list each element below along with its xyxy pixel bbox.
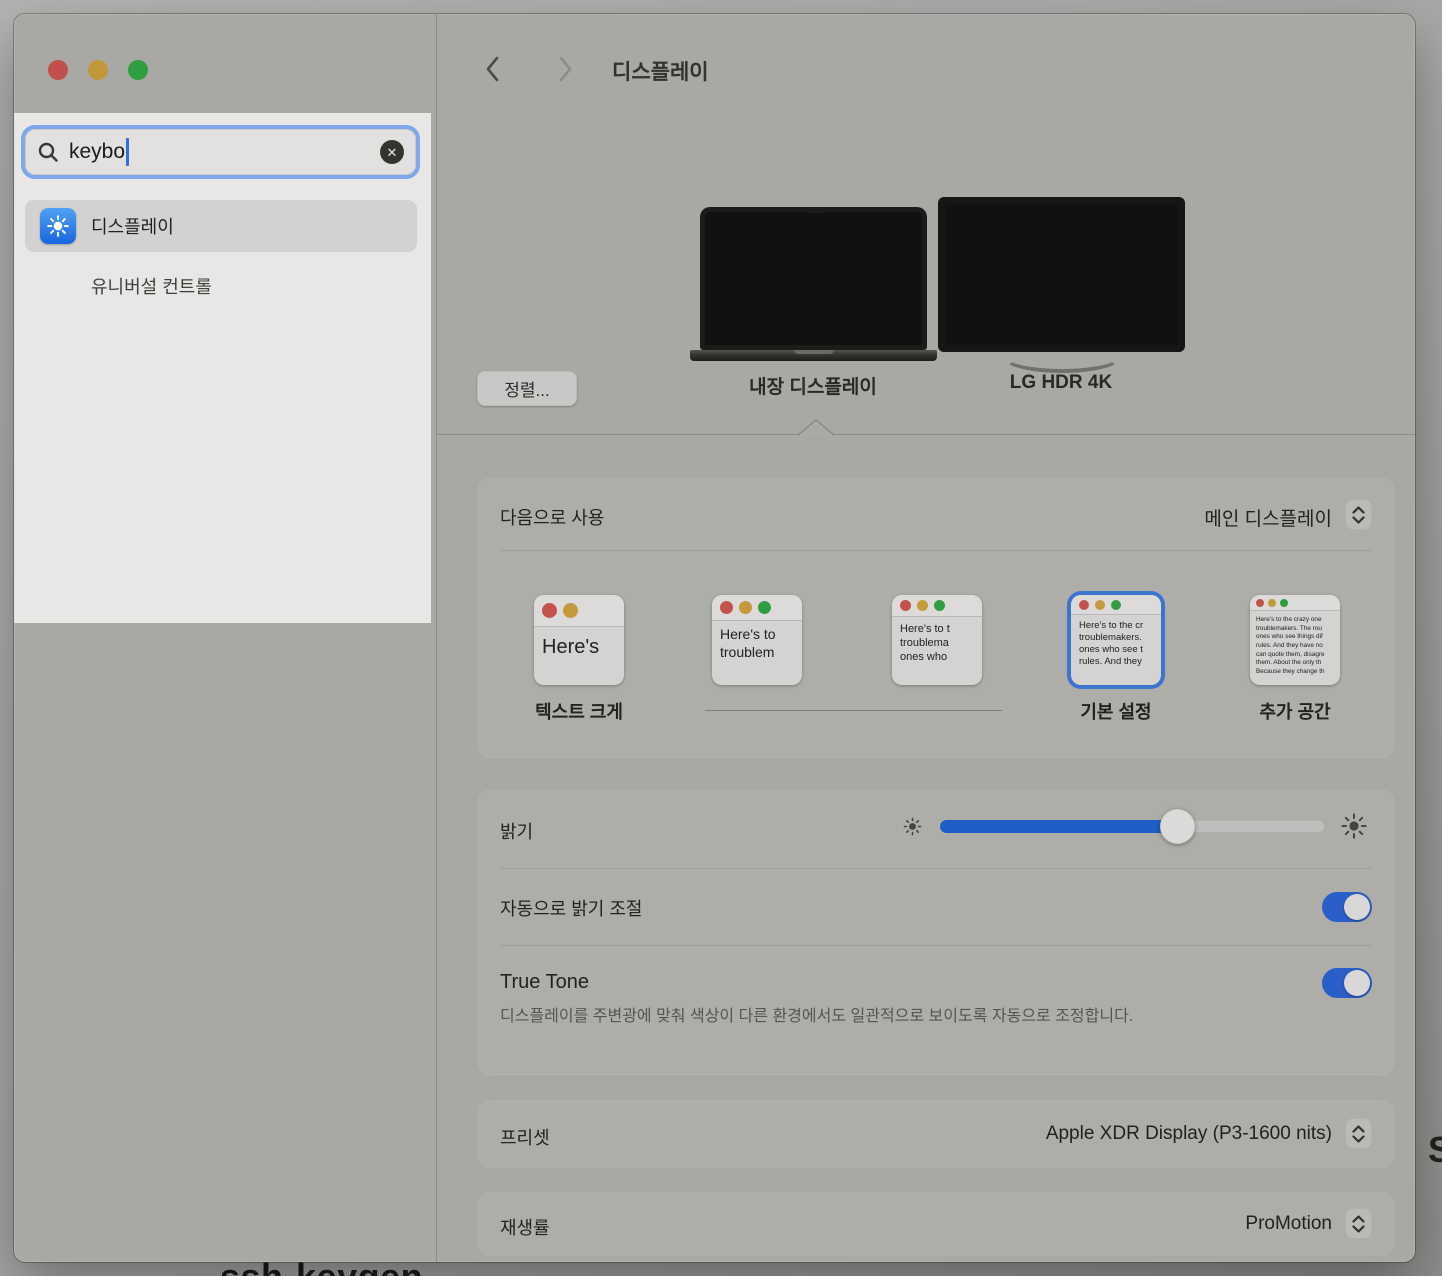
scale-preview-text: Here's to the crazy one troublemakers. T… (1250, 611, 1340, 676)
refresh-rate-card: 재생률 ProMotion (478, 1192, 1394, 1256)
display-brightness-icon (40, 208, 76, 244)
sidebar-item-label: 디스플레이 (91, 213, 174, 239)
scale-option-3[interactable]: Here's to t troublema ones who (892, 595, 982, 685)
resolution-card: 다음으로 사용 메인 디스플레이 Here's Here's to troubl… (478, 478, 1394, 758)
scale-option-default[interactable]: Here's to the cr troublemakers. ones who… (1071, 595, 1161, 685)
scale-preview-text: Here's to troublem (712, 621, 802, 662)
forward-button[interactable] (554, 54, 576, 84)
chevron-up-icon (1352, 1215, 1365, 1223)
refresh-rate-label: 재생률 (500, 1214, 550, 1240)
traffic-green-icon (1111, 600, 1121, 610)
sidebar-item-display[interactable]: 디스플레이 (25, 200, 417, 252)
section-divider (437, 434, 1415, 435)
scale-preview-text: Here's (534, 627, 624, 661)
traffic-green-icon (934, 600, 945, 611)
brightness-slider-thumb[interactable] (1160, 809, 1195, 844)
traffic-red-icon (542, 603, 557, 618)
laptop-base (690, 350, 937, 361)
chevron-down-icon (1352, 1225, 1365, 1233)
auto-brightness-toggle[interactable] (1322, 892, 1372, 922)
scale-label-default: 기본 설정 (1041, 698, 1191, 724)
scale-option-more-space[interactable]: Here's to the crazy one troublemakers. T… (1250, 595, 1340, 685)
scale-track-line (705, 710, 1002, 711)
display-name-lg: LG HDR 4K (941, 372, 1181, 394)
traffic-yellow-icon (1095, 600, 1105, 610)
sidebar-item-label: 유니버설 컨트롤 (91, 273, 212, 299)
chevron-up-icon (1352, 1125, 1365, 1133)
scale-label-larger-text: 텍스트 크게 (504, 698, 654, 724)
refresh-rate-dropdown[interactable] (1345, 1208, 1372, 1239)
refresh-rate-value: ProMotion (1245, 1213, 1332, 1235)
scale-preview-text: Here's to t troublema ones who (892, 617, 982, 664)
page-title: 디스플레이 (612, 56, 709, 86)
sidebar: keybo ✕ 디스플레이 (14, 14, 437, 1262)
true-tone-description: 디스플레이를 주변광에 맞춰 색상이 다른 환경에서도 일관적으로 보이도록 자… (500, 1005, 1240, 1030)
traffic-red-icon (720, 601, 733, 614)
traffic-green-icon (758, 601, 771, 614)
text-cursor (126, 138, 129, 166)
built-in-display-thumbnail[interactable] (700, 207, 927, 350)
arrange-button[interactable]: 정렬... (477, 371, 577, 406)
traffic-yellow-icon (917, 600, 928, 611)
desktop-edge-text: S (1428, 1129, 1442, 1171)
search-query-text: keybo (69, 140, 125, 164)
search-input[interactable]: keybo ✕ (21, 125, 420, 179)
traffic-yellow-icon (1268, 599, 1276, 607)
traffic-green-icon (1280, 599, 1288, 607)
display-name-built-in: 내장 디스플레이 (693, 372, 933, 399)
search-results-panel: keybo ✕ 디스플레이 (14, 113, 431, 623)
traffic-yellow-icon (563, 603, 578, 618)
traffic-red-icon (1079, 600, 1089, 610)
scale-label-more-space: 추가 공간 (1220, 698, 1370, 724)
preset-label: 프리셋 (500, 1124, 550, 1150)
scale-option-2[interactable]: Here's to troublem (712, 595, 802, 685)
laptop-notch (802, 207, 826, 213)
true-tone-label: True Tone (500, 971, 589, 994)
preset-card: 프리셋 Apple XDR Display (P3-1600 nits) (478, 1100, 1394, 1168)
traffic-red-icon (1256, 599, 1264, 607)
search-icon (37, 141, 59, 163)
chevron-down-icon (1352, 1135, 1365, 1143)
brightness-card: 밝기 자동으로 밝기 조절 (478, 790, 1394, 1075)
brightness-slider[interactable] (940, 820, 1325, 833)
use-as-dropdown[interactable] (1345, 499, 1372, 530)
brightness-label: 밝기 (500, 818, 533, 844)
scale-option-larger-text[interactable]: Here's (534, 595, 624, 685)
external-display-thumbnail[interactable] (938, 197, 1185, 352)
chevron-down-icon (1352, 516, 1365, 524)
brightness-bright-icon (1340, 812, 1368, 840)
use-as-value: 메인 디스플레이 (1204, 504, 1332, 531)
traffic-red-icon (900, 600, 911, 611)
system-settings-window: keybo ✕ 디스플레이 (14, 14, 1415, 1262)
back-button[interactable] (482, 54, 504, 84)
preset-value: Apple XDR Display (P3-1600 nits) (1046, 1123, 1332, 1145)
true-tone-toggle[interactable] (1322, 968, 1372, 998)
preset-dropdown[interactable] (1345, 1118, 1372, 1149)
chevron-up-icon (1352, 506, 1365, 514)
scale-preview-text: Here's to the cr troublemakers. ones who… (1071, 615, 1161, 669)
use-as-label: 다음으로 사용 (500, 504, 604, 530)
sidebar-item-universal-control[interactable]: 유니버설 컨트롤 (25, 265, 417, 307)
monitor-stand (1001, 339, 1123, 373)
auto-brightness-label: 자동으로 밝기 조절 (500, 895, 642, 921)
clear-search-icon[interactable]: ✕ (380, 140, 404, 164)
traffic-yellow-icon (739, 601, 752, 614)
brightness-dim-icon (902, 816, 923, 837)
brightness-slider-fill (940, 820, 1177, 833)
